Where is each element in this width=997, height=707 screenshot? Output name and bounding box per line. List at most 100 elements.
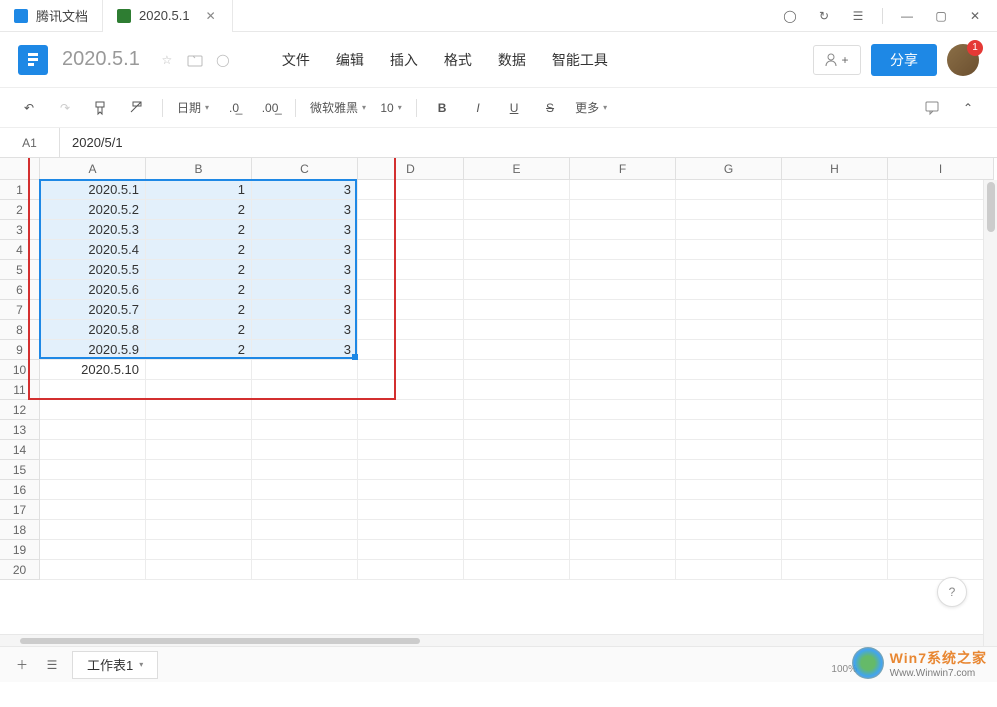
cell-F19[interactable] [570,540,676,560]
cell-A20[interactable] [40,560,146,580]
row-header-2[interactable]: 2 [0,200,40,220]
cell-F9[interactable] [570,340,676,360]
row-header-15[interactable]: 15 [0,460,40,480]
cell-I20[interactable] [888,560,994,580]
cell-I18[interactable] [888,520,994,540]
cell-B1[interactable]: 1 [146,180,252,200]
cell-E6[interactable] [464,280,570,300]
row-header-13[interactable]: 13 [0,420,40,440]
cell-D9[interactable] [358,340,464,360]
cell-C1[interactable]: 3 [252,180,358,200]
cell-F13[interactable] [570,420,676,440]
sync-icon[interactable]: ◯ [214,51,232,69]
cell-A10[interactable]: 2020.5.10 [40,360,146,380]
cell-E9[interactable] [464,340,570,360]
cell-H14[interactable] [782,440,888,460]
cell-C14[interactable] [252,440,358,460]
cell-C8[interactable]: 3 [252,320,358,340]
cell-G10[interactable] [676,360,782,380]
help-button[interactable]: ? [937,577,967,607]
cell-G12[interactable] [676,400,782,420]
row-header-18[interactable]: 18 [0,520,40,540]
cell-A14[interactable] [40,440,146,460]
cell-H6[interactable] [782,280,888,300]
cell-C11[interactable] [252,380,358,400]
row-header-12[interactable]: 12 [0,400,40,420]
cell-D12[interactable] [358,400,464,420]
cell-E14[interactable] [464,440,570,460]
cell-I13[interactable] [888,420,994,440]
cell-I15[interactable] [888,460,994,480]
number-format-dropdown[interactable]: 日期▾ [177,95,209,121]
cell-F6[interactable] [570,280,676,300]
cell-H16[interactable] [782,480,888,500]
cell-A16[interactable] [40,480,146,500]
cell-C18[interactable] [252,520,358,540]
bold-icon[interactable]: B [431,95,453,121]
cell-G19[interactable] [676,540,782,560]
cell-C20[interactable] [252,560,358,580]
cell-C2[interactable]: 3 [252,200,358,220]
format-painter-icon[interactable] [90,95,112,121]
cell-I14[interactable] [888,440,994,460]
cell-I17[interactable] [888,500,994,520]
cell-C3[interactable]: 3 [252,220,358,240]
cell-I3[interactable] [888,220,994,240]
cell-H15[interactable] [782,460,888,480]
decrease-decimal-icon[interactable]: .0̲ [223,95,245,121]
cell-E19[interactable] [464,540,570,560]
cell-E20[interactable] [464,560,570,580]
cell-E8[interactable] [464,320,570,340]
cell-D15[interactable] [358,460,464,480]
cell-B15[interactable] [146,460,252,480]
menu-icon[interactable]: ☰ [848,6,868,26]
cell-C13[interactable] [252,420,358,440]
cell-B10[interactable] [146,360,252,380]
cell-B2[interactable]: 2 [146,200,252,220]
cell-D2[interactable] [358,200,464,220]
cell-G15[interactable] [676,460,782,480]
cell-D5[interactable] [358,260,464,280]
cell-A11[interactable] [40,380,146,400]
add-user-button[interactable]: + [813,45,861,75]
cell-I5[interactable] [888,260,994,280]
sheet-tab[interactable]: 工作表1▾ [72,651,158,679]
cell-E15[interactable] [464,460,570,480]
row-header-4[interactable]: 4 [0,240,40,260]
history-icon[interactable]: ◯ [780,6,800,26]
cell-G20[interactable] [676,560,782,580]
cell-F7[interactable] [570,300,676,320]
cell-D6[interactable] [358,280,464,300]
cell-G7[interactable] [676,300,782,320]
row-header-1[interactable]: 1 [0,180,40,200]
horizontal-scrollbar[interactable] [0,634,983,646]
cell-A18[interactable] [40,520,146,540]
cell-G4[interactable] [676,240,782,260]
cell-A15[interactable] [40,460,146,480]
cell-H10[interactable] [782,360,888,380]
cell-E2[interactable] [464,200,570,220]
cell-D16[interactable] [358,480,464,500]
cell-G14[interactable] [676,440,782,460]
tab-current-doc[interactable]: 2020.5.1 ✕ [103,0,233,32]
row-header-20[interactable]: 20 [0,560,40,580]
cell-F20[interactable] [570,560,676,580]
col-header-E[interactable]: E [464,158,570,180]
cell-A9[interactable]: 2020.5.9 [40,340,146,360]
cell-G1[interactable] [676,180,782,200]
cell-A17[interactable] [40,500,146,520]
row-header-5[interactable]: 5 [0,260,40,280]
cell-B11[interactable] [146,380,252,400]
cell-A6[interactable]: 2020.5.6 [40,280,146,300]
cell-B16[interactable] [146,480,252,500]
avatar[interactable]: 1 [947,44,979,76]
cell-I2[interactable] [888,200,994,220]
cell-B4[interactable]: 2 [146,240,252,260]
cell-A12[interactable] [40,400,146,420]
maximize-icon[interactable]: ▢ [931,6,951,26]
cell-F16[interactable] [570,480,676,500]
cell-E16[interactable] [464,480,570,500]
comment-icon[interactable] [921,95,943,121]
cell-A3[interactable]: 2020.5.3 [40,220,146,240]
cell-I4[interactable] [888,240,994,260]
